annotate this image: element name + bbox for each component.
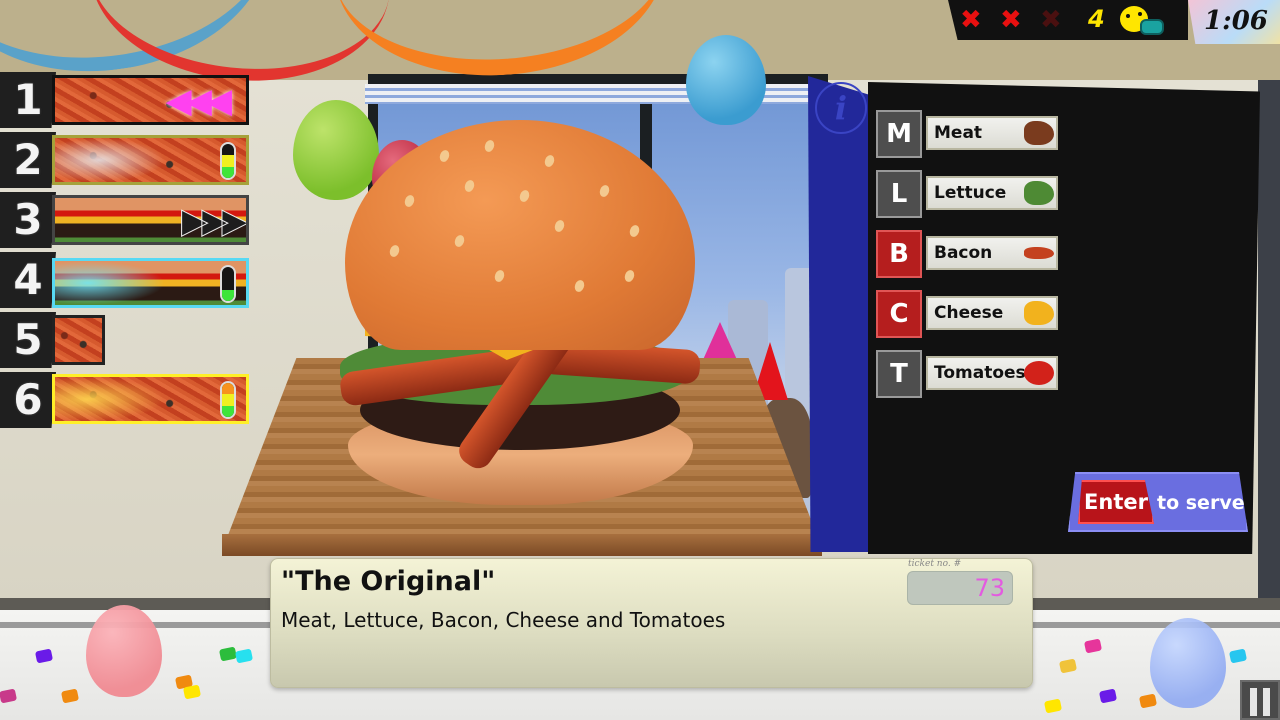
strike-x-mark-icon: ✖ [1000,5,1022,35]
steam-effect [55,261,165,305]
strike-x-mark-icon: ✖ [960,5,982,35]
ingredient-name: Lettuce [934,183,1007,203]
forward-chevrons-icon: ▶▶▶ [181,201,246,241]
order-slot-1-pizza[interactable]: ◀◀◀ [52,75,249,125]
ingredient-row-meat[interactable]: M Meat [876,110,1060,158]
hotkey-c[interactable]: C [876,290,922,338]
sesame-seed [453,233,466,249]
cook-meter [220,265,236,303]
enter-key[interactable]: Enter [1078,480,1154,524]
cook-meter-segment [222,289,234,301]
balloon-lightblue [1150,618,1226,708]
order-slot-4-burger[interactable] [52,258,249,308]
bacon-icon [1024,247,1054,259]
order-slot-number[interactable]: 6 [0,372,56,428]
cook-meter-segment [222,166,234,178]
sesame-seed [553,218,566,234]
sesame-seed [623,268,636,284]
ticket-number-label: ticket no. # [908,559,962,569]
order-slot-6-pizza[interactable] [52,374,249,424]
cook-meter [220,381,236,419]
sesame-seed [493,268,506,284]
sesame-seed [403,193,416,209]
meat-icon [1024,121,1054,145]
serve-label: to serve [1157,492,1245,514]
sesame-seed [463,178,476,194]
top-bun [345,120,695,350]
cheese-icon [1024,301,1054,325]
order-description: Meat, Lettuce, Bacon, Cheese and Tomatoe… [281,608,726,632]
cook-meter-segment [222,394,234,406]
order-slot-number[interactable]: 5 [0,312,56,368]
hotkey-l[interactable]: L [876,170,922,218]
order-slot-2-pizza[interactable] [52,135,249,185]
cook-meter-segment [222,405,234,417]
hotkey-m[interactable]: M [876,110,922,158]
ingredient-row-tomatoes[interactable]: T Tomatoes [876,350,1060,398]
sesame-seed [483,138,496,154]
side-wall [1258,80,1280,610]
cook-meter-segment [222,383,234,395]
rewind-chevrons-icon: ◀◀◀ [165,81,232,121]
order-slot-number[interactable]: 3 [0,192,56,248]
ingredient-name: Tomatoes [934,363,1026,383]
sesame-seed [388,243,401,259]
info-icon[interactable]: i [815,82,867,134]
cook-meter [220,142,236,180]
tomato-icon [1024,361,1054,385]
sesame-seed [543,153,556,169]
order-slot-number[interactable]: 2 [0,132,56,188]
ticket-number: 73 [974,574,1005,602]
sesame-seed [518,188,531,204]
burger-in-progress [338,120,701,510]
ingredient-label: Bacon [926,236,1058,270]
table-edge [222,534,822,556]
ingredient-name: Bacon [934,243,993,263]
lettuce-icon [1024,181,1054,205]
sesame-seed [598,183,611,199]
served-count: 4 [1088,5,1105,33]
order-slot-number[interactable]: 4 [0,252,56,308]
hotkey-b[interactable]: B [876,230,922,278]
sesame-seed [628,223,641,239]
sesame-seed [438,148,451,164]
ingredient-name: Meat [934,123,983,143]
hotkey-t[interactable]: T [876,350,922,398]
mini-burger-icon [1140,19,1164,35]
ingredient-label: Tomatoes [926,356,1058,390]
steam-effect [55,138,165,182]
sesame-seed [573,278,586,294]
info-strip [808,76,870,552]
ingredient-label: Lettuce [926,176,1058,210]
order-slot-5-pizza[interactable] [52,315,105,365]
ingredient-name: Cheese [934,303,1004,323]
cook-meter-segment [222,155,234,167]
ingredient-row-lettuce[interactable]: L Lettuce [876,170,1060,218]
party-hat-pink [702,322,738,362]
ingredient-row-cheese[interactable]: C Cheese [876,290,1060,338]
round-timer: 1:06 [1204,6,1268,36]
ingredient-label: Cheese [926,296,1058,330]
balloon-pink [86,605,162,697]
order-slot-3-burger[interactable]: ▶▶▶ [52,195,249,245]
steam-effect [55,377,165,421]
pause-icon[interactable] [1240,680,1280,720]
strike-x-mark-icon-empty: ✖ [1040,5,1062,35]
order-title: "The Original" [281,566,496,597]
order-slot-number[interactable]: 1 [0,72,56,128]
ingredient-row-bacon[interactable]: B Bacon [876,230,1060,278]
balloon-blue [686,35,766,125]
ingredient-label: Meat [926,116,1058,150]
